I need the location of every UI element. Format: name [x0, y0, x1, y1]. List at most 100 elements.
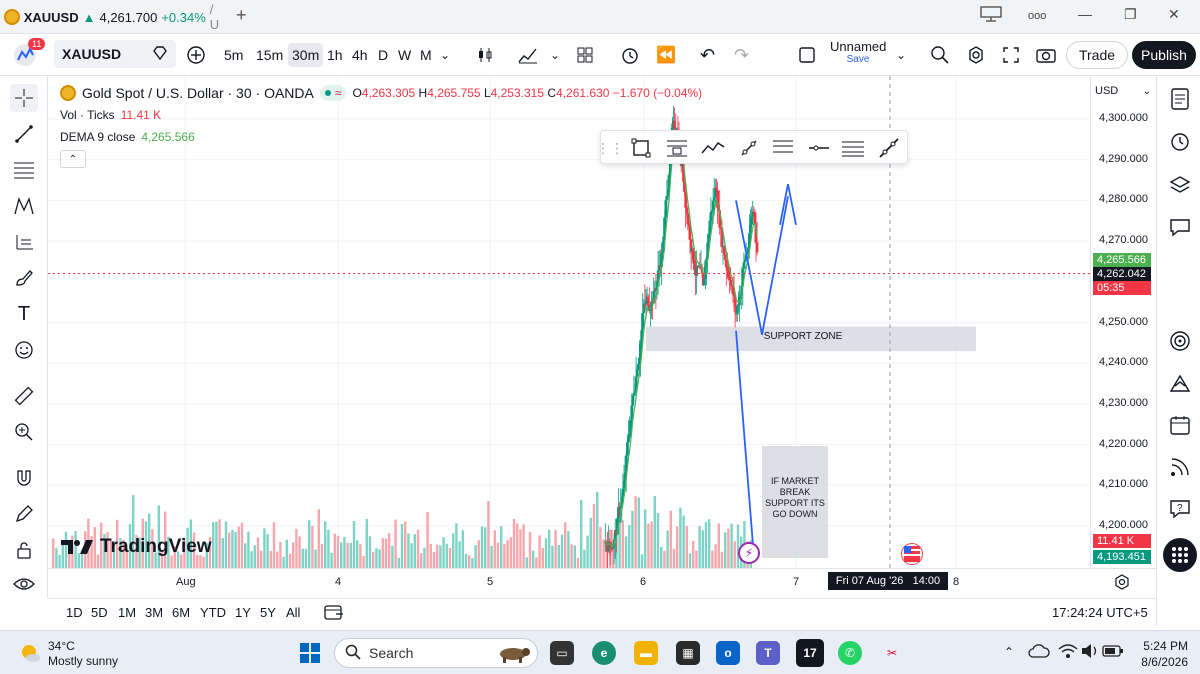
help-icon[interactable]: ? [1167, 496, 1193, 522]
chevron-down-icon[interactable]: ⌄ [896, 43, 906, 67]
interval-m[interactable]: M [420, 43, 432, 67]
target-icon[interactable] [1167, 328, 1193, 354]
chevron-down-icon[interactable]: ⌄ [440, 43, 450, 67]
brush-icon[interactable] [10, 264, 38, 292]
indicators-icon[interactable] [518, 43, 538, 67]
fib-lines-icon[interactable] [10, 156, 38, 184]
calendar-icon[interactable] [1167, 412, 1193, 438]
extended-line-icon[interactable] [877, 137, 901, 159]
parallel-channel-icon[interactable] [841, 137, 865, 159]
lightning-icon[interactable]: ⚡ [738, 542, 760, 564]
volume-icon[interactable] [1080, 643, 1100, 664]
store-icon[interactable]: ▦ [676, 641, 700, 665]
clock-timezone[interactable]: 17:24:24 UTC+5 [1052, 605, 1148, 620]
replay-icon[interactable]: ⏪ [656, 43, 676, 67]
time-axis[interactable]: Aug 4 5 6 7 8 Fri 07 Aug '26 14:00 [48, 568, 1156, 594]
minimize-button[interactable]: — [1078, 6, 1092, 22]
settings-gear-icon[interactable] [966, 43, 986, 67]
drag-handle-icon[interactable]: ⋮⋮ [596, 137, 624, 159]
collapse-legend-button[interactable]: ⌃ [60, 150, 86, 168]
short-position-icon[interactable] [665, 137, 689, 159]
restore-button[interactable]: ❐ [1124, 6, 1137, 23]
magnet-icon[interactable] [10, 464, 38, 492]
text-tool-icon[interactable]: T [10, 300, 38, 328]
camera-icon[interactable] [1036, 43, 1056, 67]
publish-button[interactable]: Publish [1132, 41, 1196, 69]
watchlist-icon[interactable] [1167, 86, 1193, 112]
quick-search-icon[interactable] [930, 43, 950, 67]
outlook-icon[interactable]: o [716, 641, 740, 665]
long-position-icon[interactable] [10, 228, 38, 256]
goto-date-icon[interactable] [324, 603, 344, 624]
undo-icon[interactable]: ↶ [700, 43, 715, 67]
layers-icon[interactable] [1167, 172, 1193, 198]
path-icon[interactable] [701, 137, 725, 159]
range-1m[interactable]: 1M [118, 605, 136, 620]
tradingview-app-icon[interactable]: 17 [796, 639, 824, 667]
ruler-icon[interactable] [10, 382, 38, 410]
battery-icon[interactable] [1102, 644, 1124, 663]
windows-start-icon[interactable] [298, 641, 322, 665]
layout-checkbox-icon[interactable] [798, 43, 816, 67]
price-axis[interactable]: USD ⌄ 4,300.000 4,290.000 4,280.000 4,270.0… [1090, 76, 1156, 568]
ideas-icon[interactable] [1167, 370, 1193, 396]
snipping-tool-icon[interactable]: ✂ [880, 641, 904, 665]
avatar[interactable]: 11 [12, 38, 46, 68]
eye-icon[interactable] [10, 570, 38, 598]
close-button[interactable]: ✕ [1168, 6, 1180, 23]
rectangle-icon[interactable] [629, 137, 653, 159]
range-1y[interactable]: 1Y [235, 605, 251, 620]
cloud-icon[interactable] [1028, 643, 1050, 664]
range-1d[interactable]: 1D [66, 605, 83, 620]
range-5y[interactable]: 5Y [260, 605, 276, 620]
horizontal-line-icon[interactable] [807, 137, 831, 159]
range-5d[interactable]: 5D [91, 605, 108, 620]
browser-tab[interactable]: XAUUSD ▲ 4,261.700 +0.34% / U [4, 2, 226, 32]
interval-d[interactable]: D [378, 43, 388, 67]
long-position-icon[interactable] [771, 137, 795, 159]
chart-pane[interactable]: Gold Spot / U.S. Dollar · 30 · OANDA ≈ O… [48, 76, 1090, 568]
zoom-in-icon[interactable] [10, 418, 38, 446]
new-tab-button[interactable]: + [236, 5, 247, 26]
currency-select[interactable]: USD ⌄ [1095, 82, 1151, 100]
system-clock[interactable]: 5:24 PM 8/6/2026 [1136, 638, 1188, 670]
interval-4h[interactable]: 4h [352, 43, 368, 67]
axis-settings-icon[interactable] [1114, 574, 1130, 593]
teams-icon[interactable]: T [756, 641, 780, 665]
chevron-up-icon[interactable]: ⌃ [1004, 645, 1014, 659]
lock-icon[interactable] [10, 536, 38, 564]
range-6m[interactable]: 6M [172, 605, 190, 620]
taskbar-search[interactable]: Search [334, 638, 538, 668]
fullscreen-icon[interactable] [1002, 43, 1020, 67]
interval-30m[interactable]: 30m [288, 43, 324, 67]
pattern-icon[interactable] [10, 192, 38, 220]
range-ytd[interactable]: YTD [200, 605, 226, 620]
range-3m[interactable]: 3M [145, 605, 163, 620]
trade-button[interactable]: Trade [1066, 41, 1128, 69]
weather-icon[interactable] [18, 641, 42, 665]
alerts-clock-icon[interactable] [1167, 128, 1193, 154]
interval-5m[interactable]: 5m [224, 43, 243, 67]
interval-1h[interactable]: 1h [327, 43, 343, 67]
task-view-icon[interactable]: ▭ [550, 641, 574, 665]
interval-w[interactable]: W [398, 43, 411, 67]
range-all[interactable]: All [286, 605, 300, 620]
symbol-search[interactable]: XAUUSD [54, 40, 176, 68]
display-icon[interactable] [980, 6, 1002, 25]
menu-dots-icon[interactable]: ooo [1028, 10, 1046, 22]
emoji-icon[interactable] [10, 336, 38, 364]
us-flag-event-icon[interactable] [902, 544, 922, 564]
alert-clock-icon[interactable] [620, 43, 640, 67]
crosshair-icon[interactable] [10, 84, 38, 112]
file-explorer-icon[interactable]: ▬ [634, 641, 658, 665]
stream-icon[interactable] [1167, 454, 1193, 480]
candles-icon[interactable] [476, 43, 494, 67]
interval-15m[interactable]: 15m [256, 43, 283, 67]
trend-line-icon[interactable] [10, 120, 38, 148]
stay-drawing-icon[interactable] [10, 500, 38, 528]
weather-widget[interactable]: 34°C Mostly sunny [48, 639, 118, 669]
layout-name[interactable]: Unnamed Save [830, 39, 886, 65]
apps-grid-icon[interactable] [1163, 538, 1197, 572]
chat-icon[interactable] [1167, 214, 1193, 240]
chevron-down-icon[interactable]: ⌄ [550, 43, 560, 67]
